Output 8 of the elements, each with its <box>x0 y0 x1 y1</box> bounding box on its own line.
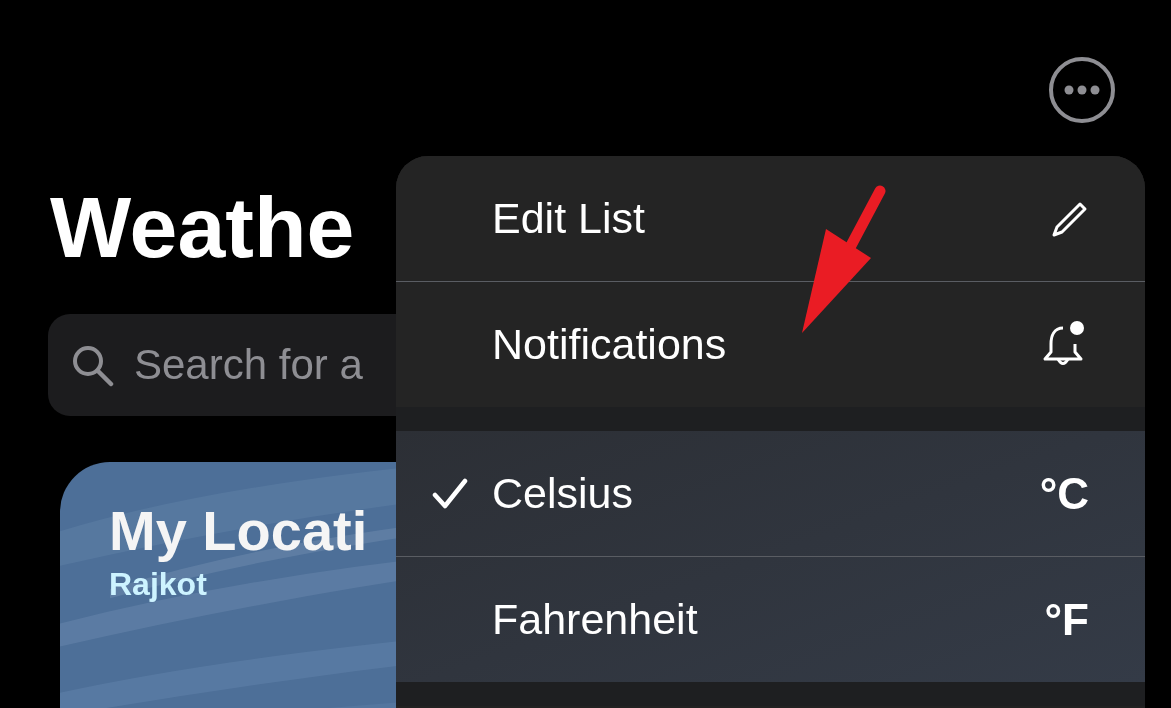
unit-symbol: °F <box>1044 594 1089 645</box>
page-title: Weathe <box>49 178 355 277</box>
checkmark-icon <box>432 477 468 510</box>
city-name: Rajkot <box>109 565 207 604</box>
menu-item[interactable]: Edit List <box>396 156 1145 281</box>
unit-symbol: °C <box>1039 468 1089 519</box>
location-title: My Locati <box>109 498 368 564</box>
more-icon[interactable] <box>1048 56 1116 124</box>
